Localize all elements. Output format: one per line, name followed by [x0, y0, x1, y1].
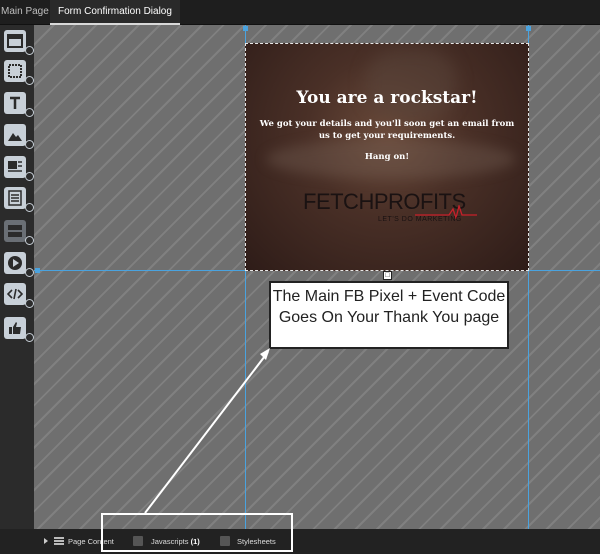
- page-editor: Main Page Form Confirmation Dialog You a…: [0, 0, 600, 554]
- expand-caret-icon[interactable]: [44, 538, 48, 544]
- annotation-arrow: [144, 348, 270, 514]
- page-content-icon: [54, 536, 64, 546]
- bottom-highlight-box: [101, 513, 293, 552]
